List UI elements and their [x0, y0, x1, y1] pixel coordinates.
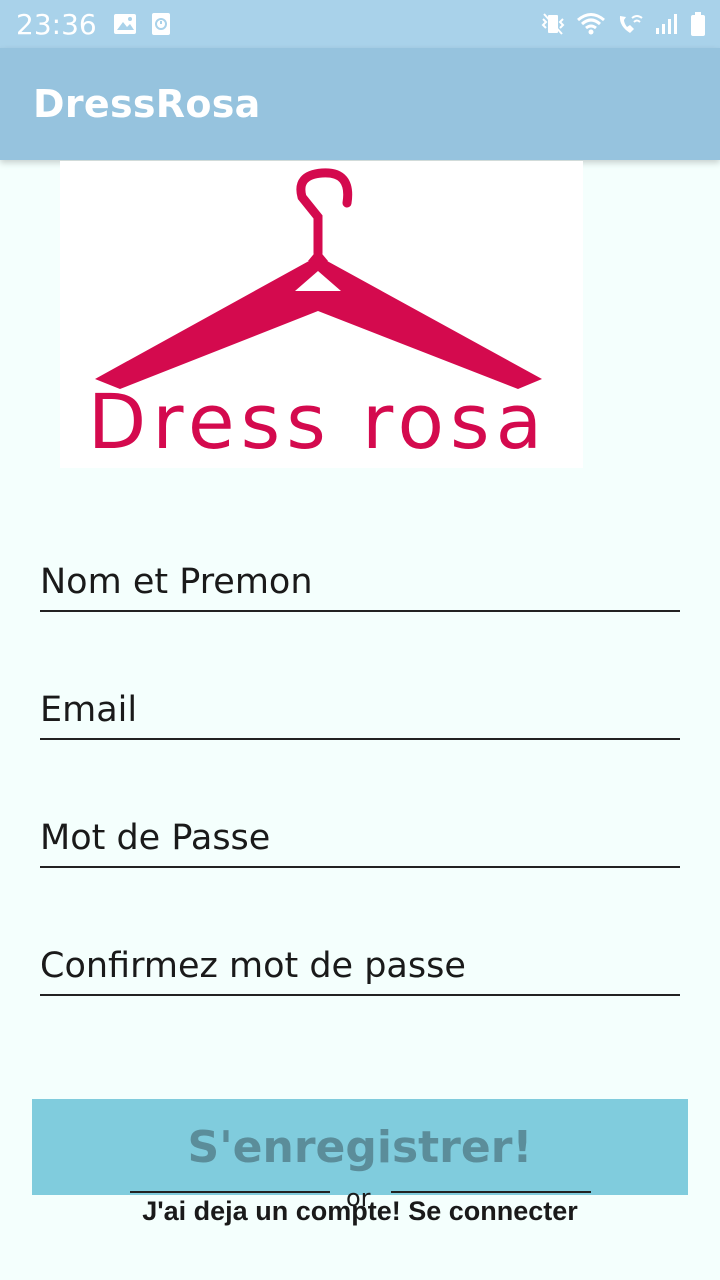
vibrate-icon: [541, 13, 565, 35]
login-link[interactable]: J'ai deja un compte! Se connecter: [0, 1196, 720, 1227]
name-field[interactable]: [40, 542, 680, 612]
confirm-password-field[interactable]: [40, 926, 680, 996]
divider-line-left: [130, 1191, 330, 1193]
divider-line-right: [391, 1191, 591, 1193]
signal-icon: [656, 14, 677, 34]
wifi-call-icon: [619, 15, 643, 33]
status-bar: 23:36: [0, 0, 720, 48]
logo-text: Dress rosa: [88, 377, 548, 466]
image-icon: [113, 14, 136, 34]
clock-badge-icon: [151, 13, 170, 35]
hanger-icon: Dress rosa: [88, 168, 548, 466]
status-time: 23:36: [16, 7, 97, 41]
app-title: DressRosa: [33, 82, 261, 126]
confirm-password-input[interactable]: [40, 946, 680, 986]
name-input[interactable]: [40, 562, 680, 602]
password-field[interactable]: [40, 798, 680, 868]
app-bar: DressRosa: [0, 48, 720, 160]
status-left-icons: [113, 12, 171, 36]
email-input[interactable]: [40, 690, 680, 730]
wifi-icon: [577, 13, 605, 35]
register-button[interactable]: S'enregistrer!: [32, 1099, 688, 1195]
email-field[interactable]: [40, 670, 680, 740]
brand-logo: Dress rosa: [60, 161, 583, 468]
register-button-label: S'enregistrer!: [187, 1121, 533, 1173]
status-right-icons: [540, 11, 706, 37]
battery-icon: [691, 12, 705, 36]
password-input[interactable]: [40, 818, 680, 858]
